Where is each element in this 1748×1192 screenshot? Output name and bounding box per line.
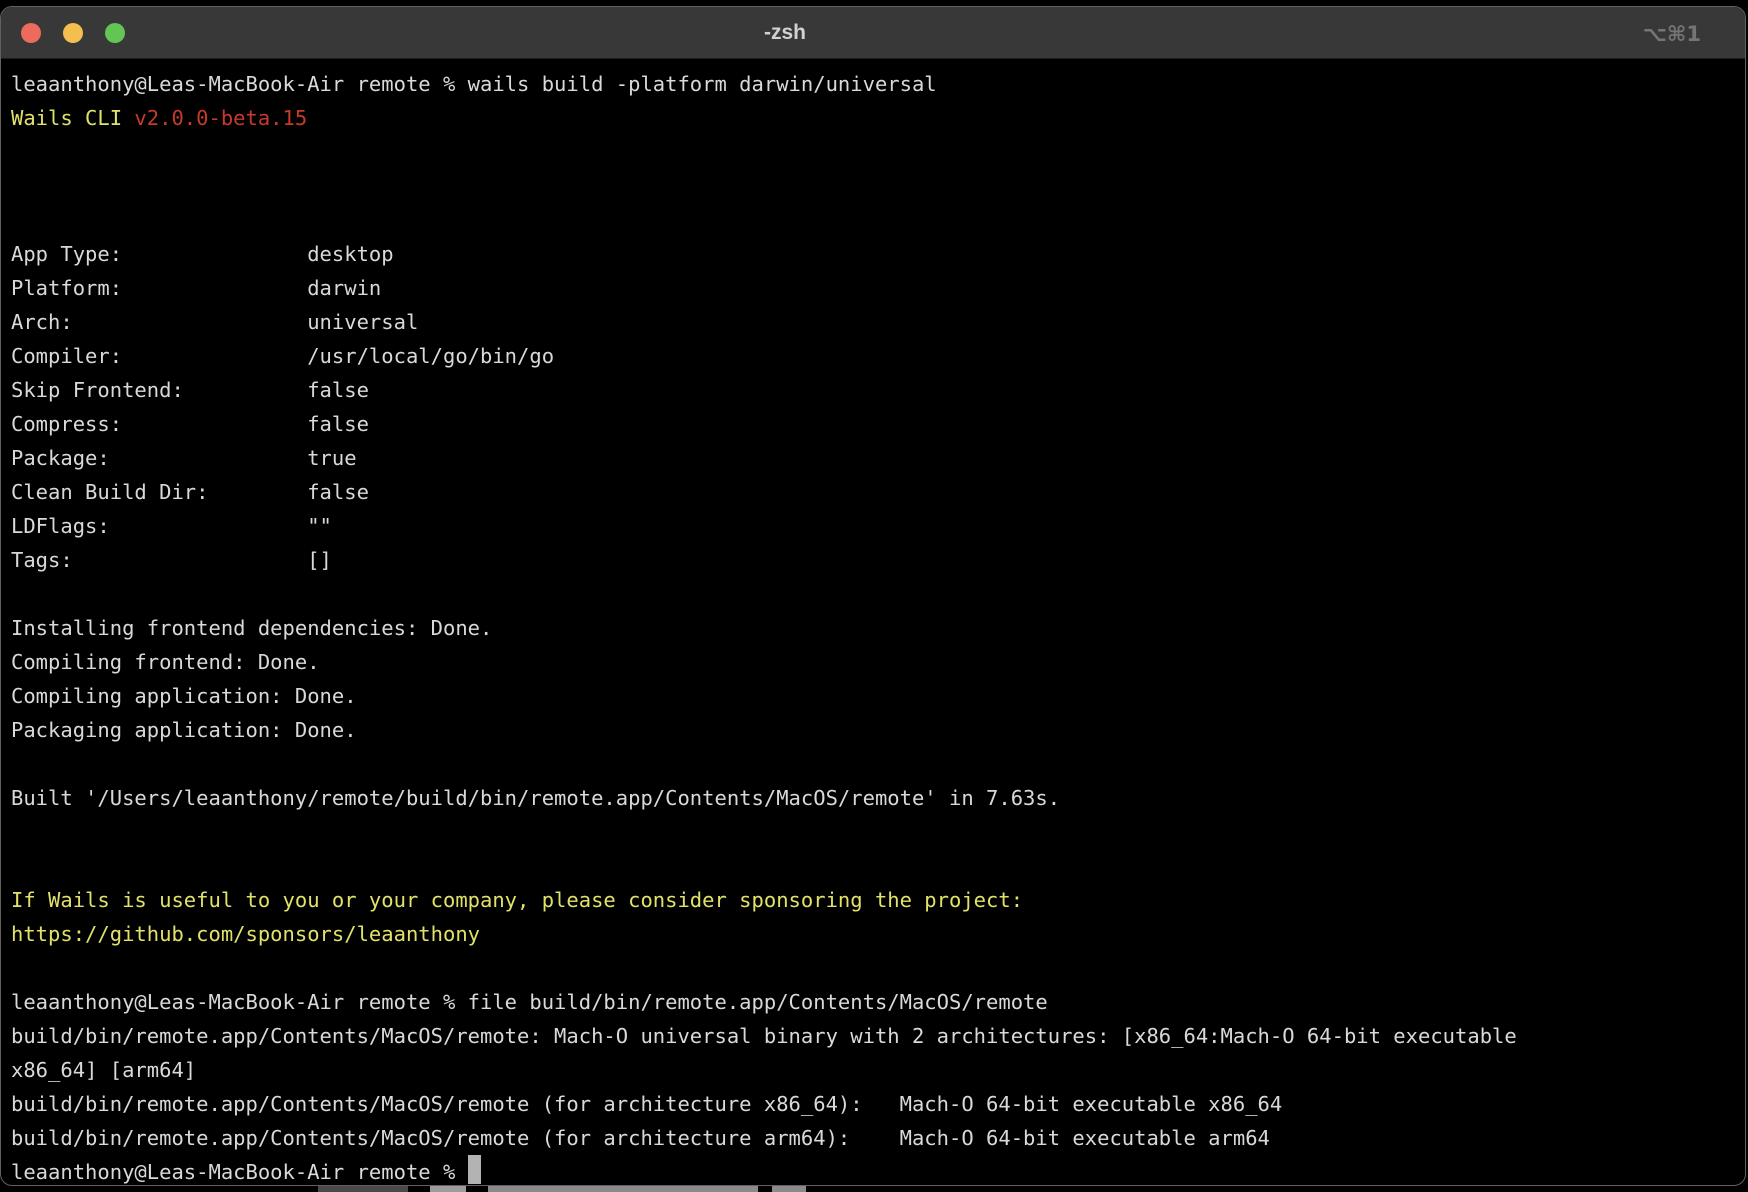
terminal-line: If Wails is useful to you or your compan… — [11, 883, 1735, 917]
background-window-fragment — [430, 1186, 466, 1192]
terminal-text-segment: Compress: false — [11, 412, 369, 436]
terminal-line — [11, 849, 1735, 883]
terminal-line: build/bin/remote.app/Contents/MacOS/remo… — [11, 1087, 1735, 1121]
terminal-line: x86_64] [arm64] — [11, 1053, 1735, 1087]
terminal-line — [11, 577, 1735, 611]
terminal-text-segment: build/bin/remote.app/Contents/MacOS/remo… — [11, 1126, 1270, 1150]
terminal-line: Skip Frontend: false — [11, 373, 1735, 407]
terminal-line: build/bin/remote.app/Contents/MacOS/remo… — [11, 1121, 1735, 1155]
terminal-line: Package: true — [11, 441, 1735, 475]
terminal-text-segment: If Wails is useful to you or your compan… — [11, 888, 1023, 912]
terminal-text-segment: Compiler: /usr/local/go/bin/go — [11, 344, 554, 368]
terminal-text-segment: build/bin/remote.app/Contents/MacOS/remo… — [11, 1024, 1517, 1048]
terminal-text-segment: Built '/Users/leaanthony/remote/build/bi… — [11, 786, 1060, 810]
terminal-line: Compiling frontend: Done. — [11, 645, 1735, 679]
terminal-output[interactable]: leaanthony@Leas-MacBook-Air remote % wai… — [1, 59, 1745, 1186]
terminal-line: Compiler: /usr/local/go/bin/go — [11, 339, 1735, 373]
terminal-text-segment: Clean Build Dir: false — [11, 480, 369, 504]
terminal-line: Wails CLI v2.0.0-beta.15 — [11, 101, 1735, 135]
terminal-line: leaanthony@Leas-MacBook-Air remote % fil… — [11, 985, 1735, 1019]
terminal-window: -zsh ⌥⌘1 leaanthony@Leas-MacBook-Air rem… — [0, 6, 1746, 1186]
terminal-line: Compiling application: Done. — [11, 679, 1735, 713]
terminal-text-segment: Tags: [] — [11, 548, 332, 572]
terminal-line: Compress: false — [11, 407, 1735, 441]
terminal-text-segment: build/bin/remote.app/Contents/MacOS/remo… — [11, 1092, 1282, 1116]
tab-shortcut-label: ⌥⌘1 — [1643, 7, 1701, 59]
terminal-text-segment: Installing frontend dependencies: Done. — [11, 616, 492, 640]
terminal-line: build/bin/remote.app/Contents/MacOS/remo… — [11, 1019, 1735, 1053]
terminal-line — [11, 169, 1735, 203]
terminal-text-segment: leaanthony@Leas-MacBook-Air remote % wai… — [11, 72, 937, 96]
terminal-text-segment: App Type: desktop — [11, 242, 394, 266]
terminal-cursor — [468, 1155, 481, 1184]
terminal-line: Arch: universal — [11, 305, 1735, 339]
background-window-fragment — [772, 1186, 806, 1192]
terminal-line — [11, 951, 1735, 985]
terminal-text-segment: Skip Frontend: false — [11, 378, 369, 402]
terminal-line: Platform: darwin — [11, 271, 1735, 305]
terminal-text-segment: LDFlags: "" — [11, 514, 332, 538]
terminal-line: Clean Build Dir: false — [11, 475, 1735, 509]
terminal-text-segment: https://github.com/sponsors/leaanthony — [11, 922, 480, 946]
desktop-background: -zsh ⌥⌘1 leaanthony@Leas-MacBook-Air rem… — [0, 0, 1748, 1192]
terminal-text-segment: Packaging application: Done. — [11, 718, 357, 742]
terminal-line — [11, 815, 1735, 849]
terminal-line: Tags: [] — [11, 543, 1735, 577]
terminal-text-segment: Package: true — [11, 446, 357, 470]
terminal-text-segment: v2.0.0-beta.15 — [134, 106, 307, 130]
terminal-line: leaanthony@Leas-MacBook-Air remote % wai… — [11, 67, 1735, 101]
terminal-text-segment: Arch: universal — [11, 310, 418, 334]
terminal-line: https://github.com/sponsors/leaanthony — [11, 917, 1735, 951]
terminal-line — [11, 203, 1735, 237]
terminal-line: Installing frontend dependencies: Done. — [11, 611, 1735, 645]
terminal-line: Built '/Users/leaanthony/remote/build/bi… — [11, 781, 1735, 815]
terminal-line — [11, 747, 1735, 781]
terminal-text-segment: leaanthony@Leas-MacBook-Air remote % fil… — [11, 990, 1048, 1014]
terminal-text-segment: x86_64] [arm64] — [11, 1058, 196, 1082]
background-window-fragment — [318, 1186, 408, 1192]
terminal-line: leaanthony@Leas-MacBook-Air remote % — [11, 1155, 1735, 1186]
terminal-line: Packaging application: Done. — [11, 713, 1735, 747]
background-window-sliver — [0, 1186, 1748, 1192]
terminal-text-segment: Platform: darwin — [11, 276, 381, 300]
title-bar[interactable]: -zsh ⌥⌘1 — [1, 7, 1745, 59]
terminal-text-segment: Compiling frontend: Done. — [11, 650, 320, 674]
terminal-line: LDFlags: "" — [11, 509, 1735, 543]
terminal-text-segment: Wails CLI — [11, 106, 134, 130]
window-title: -zsh — [1, 7, 1569, 59]
background-window-fragment — [488, 1186, 758, 1192]
terminal-line — [11, 135, 1735, 169]
terminal-line: App Type: desktop — [11, 237, 1735, 271]
terminal-text-segment: leaanthony@Leas-MacBook-Air remote % — [11, 1160, 468, 1184]
terminal-text-segment: Compiling application: Done. — [11, 684, 357, 708]
